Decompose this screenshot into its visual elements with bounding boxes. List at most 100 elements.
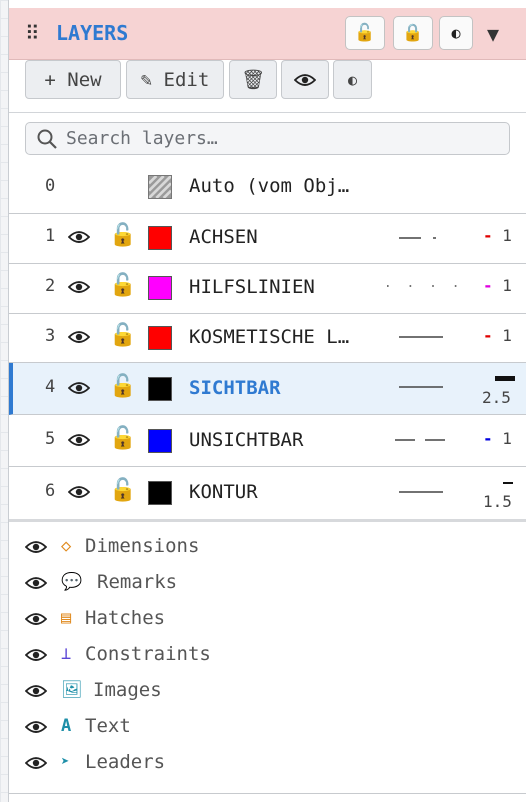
layer-color-swatch[interactable] bbox=[148, 481, 172, 505]
lineweight-value[interactable]: 1.5 bbox=[483, 492, 512, 511]
eye-icon[interactable] bbox=[68, 485, 90, 499]
image-icon: 🖼 bbox=[61, 680, 83, 700]
toggle-print-button[interactable]: ◐ bbox=[333, 60, 372, 99]
layer-row[interactable]: 0 Auto (vom Obj… bbox=[9, 162, 526, 214]
lineweight-mark: - bbox=[483, 226, 503, 245]
lineweight-indicator[interactable]: - 1 bbox=[483, 276, 512, 295]
unlock-icon[interactable]: 🔓 bbox=[109, 478, 136, 503]
eye-icon[interactable] bbox=[68, 230, 90, 244]
layer-row[interactable]: 3 🔓 KOSMETISCHE L… - 1 bbox=[9, 314, 526, 363]
lineweight-mark: - bbox=[483, 326, 503, 345]
toggle-visibility-button[interactable] bbox=[281, 60, 329, 99]
toggle-contrast-button[interactable]: ◐ bbox=[439, 16, 473, 50]
layer-color-swatch[interactable] bbox=[148, 276, 172, 300]
unlock-icon[interactable]: 🔓 bbox=[109, 374, 136, 399]
layer-number: 6 bbox=[45, 481, 56, 501]
speech-bubble-icon: 💬 bbox=[61, 572, 83, 592]
auto-color-swatch[interactable] bbox=[148, 175, 172, 199]
layer-color-swatch[interactable] bbox=[148, 326, 172, 350]
category-label: Images bbox=[93, 679, 162, 701]
lineweight-indicator[interactable]: - 1 bbox=[483, 429, 512, 448]
linetype-preview[interactable] bbox=[397, 335, 445, 339]
linetype-preview[interactable] bbox=[393, 438, 449, 442]
category-hatches[interactable]: ▤ Hatches bbox=[9, 603, 526, 639]
linetype-preview[interactable] bbox=[397, 385, 445, 389]
unlock-icon: 🔓 bbox=[354, 23, 376, 43]
search-icon bbox=[37, 129, 57, 149]
category-label: Hatches bbox=[85, 607, 166, 629]
eye-icon[interactable] bbox=[68, 381, 90, 395]
eye-icon[interactable] bbox=[68, 433, 90, 447]
layer-color-swatch[interactable] bbox=[148, 377, 172, 401]
collapse-chevron-icon[interactable]: ▼ bbox=[487, 22, 499, 46]
layer-row-selected[interactable]: 4 🔓 SICHTBAR 2.5 bbox=[9, 363, 526, 415]
category-text[interactable]: A Text bbox=[9, 711, 526, 747]
eye-icon[interactable] bbox=[25, 756, 47, 770]
hatch-icon: ▤ bbox=[61, 608, 72, 628]
lineweight-value[interactable]: 2.5 bbox=[482, 388, 511, 407]
layer-name: KOSMETISCHE L… bbox=[189, 326, 350, 348]
linetype-preview[interactable] bbox=[397, 236, 445, 240]
unlock-icon[interactable]: 🔓 bbox=[109, 323, 136, 348]
category-dimensions[interactable]: ◇ Dimensions bbox=[9, 531, 526, 567]
panel-bottom-divider bbox=[9, 793, 526, 794]
lineweight-indicator[interactable]: - 1 bbox=[483, 326, 512, 345]
lineweight-value: 1 bbox=[502, 326, 512, 345]
constraint-icon: ⊥ bbox=[61, 644, 72, 664]
category-label: Dimensions bbox=[85, 535, 200, 557]
section-divider bbox=[9, 519, 526, 522]
category-images[interactable]: 🖼 Images bbox=[9, 675, 526, 711]
eye-icon[interactable] bbox=[25, 540, 47, 554]
trash-icon: 🗑 bbox=[240, 69, 266, 91]
category-label: Remarks bbox=[97, 571, 178, 593]
delete-layer-button[interactable]: 🗑 bbox=[229, 60, 277, 99]
layer-row[interactable]: 6 🔓 KONTUR 1.5 bbox=[9, 467, 526, 519]
linetype-preview[interactable] bbox=[397, 490, 445, 494]
search-input[interactable] bbox=[66, 127, 496, 149]
lineweight-value: 1 bbox=[502, 429, 512, 448]
category-label: Constraints bbox=[85, 643, 211, 665]
lineweight-indicator[interactable]: - 1 bbox=[483, 226, 512, 245]
category-remarks[interactable]: 💬 Remarks bbox=[9, 567, 526, 603]
unlock-icon[interactable]: 🔓 bbox=[109, 223, 136, 248]
panel-title: LAYERS bbox=[56, 21, 129, 45]
unlock-icon[interactable]: 🔓 bbox=[109, 273, 136, 298]
layer-toolbar: + New ✎ Edit 🗑 ◐ bbox=[9, 60, 526, 113]
lineweight-value: 1 bbox=[502, 226, 512, 245]
leader-arrow-icon: ➤ bbox=[61, 754, 70, 770]
lineweight-value: 1 bbox=[502, 276, 512, 295]
layer-name: SICHTBAR bbox=[189, 377, 281, 399]
layer-number: 1 bbox=[45, 226, 56, 246]
drag-grip-icon[interactable]: ⠿ bbox=[25, 21, 40, 45]
eye-icon[interactable] bbox=[25, 576, 47, 590]
eye-icon[interactable] bbox=[68, 280, 90, 294]
layer-row[interactable]: 5 🔓 UNSICHTBAR - 1 bbox=[9, 415, 526, 467]
linetype-preview[interactable] bbox=[385, 284, 461, 288]
unlock-all-button[interactable]: 🔓 bbox=[345, 16, 385, 50]
layer-number: 3 bbox=[45, 326, 56, 346]
edit-layer-button[interactable]: ✎ Edit bbox=[126, 60, 224, 99]
layer-number: 0 bbox=[45, 176, 56, 196]
layer-name: HILFSLINIEN bbox=[189, 276, 315, 298]
eye-icon[interactable] bbox=[25, 612, 47, 626]
layer-color-swatch[interactable] bbox=[148, 429, 172, 453]
unlock-icon[interactable]: 🔓 bbox=[109, 426, 136, 451]
layer-name: KONTUR bbox=[189, 481, 258, 503]
text-icon: A bbox=[61, 716, 72, 736]
layer-color-swatch[interactable] bbox=[148, 226, 172, 250]
lock-all-button[interactable]: 🔒 bbox=[393, 16, 433, 50]
layer-name: ACHSEN bbox=[189, 226, 258, 248]
lineweight-mark: - bbox=[483, 429, 503, 448]
new-layer-button[interactable]: + New bbox=[25, 60, 121, 99]
category-constraints[interactable]: ⊥ Constraints bbox=[9, 639, 526, 675]
eye-icon[interactable] bbox=[25, 648, 47, 662]
lock-icon: 🔒 bbox=[402, 23, 424, 43]
layer-name: UNSICHTBAR bbox=[189, 429, 304, 451]
category-leaders[interactable]: ➤ Leaders bbox=[9, 747, 526, 783]
eye-icon[interactable] bbox=[25, 720, 47, 734]
layer-row[interactable]: 1 🔓 ACHSEN - 1 bbox=[9, 214, 526, 264]
eye-icon[interactable] bbox=[25, 684, 47, 698]
layer-row[interactable]: 2 🔓 HILFSLINIEN - 1 bbox=[9, 264, 526, 314]
eye-icon[interactable] bbox=[68, 330, 90, 344]
category-label: Leaders bbox=[85, 751, 166, 773]
